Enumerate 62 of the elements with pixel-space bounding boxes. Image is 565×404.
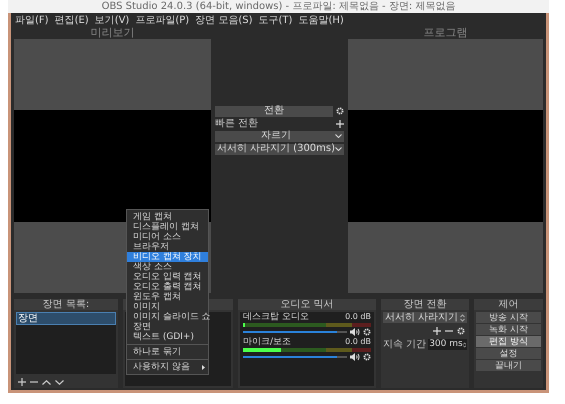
menu-item[interactable]: 오디오 출력 캡쳐 (127, 282, 208, 292)
dock-title: 제어 (498, 300, 518, 310)
channel-reading: 0.0 dB (345, 312, 371, 322)
control-button[interactable]: 끝내기 (476, 360, 541, 371)
add-icon[interactable] (433, 327, 441, 335)
menu-item[interactable]: 편집(E) (54, 14, 89, 26)
duration-label: 지속 기간 (383, 340, 426, 350)
control-button[interactable]: 설정 (476, 348, 541, 359)
menu-item[interactable]: 브라우저 (127, 242, 208, 252)
window-title: OBS Studio 24.0.3 (64-bit, windows) - 프로파일: 제목없음 - 장면: 제목없음 (102, 1, 456, 12)
caret-icon (335, 147, 342, 151)
spinner-icon (462, 340, 466, 348)
transition-dropdown[interactable]: 자르기 (214, 130, 344, 142)
quick-transitions-label: 빠른 전환 (214, 118, 258, 128)
spinner-icon (460, 314, 465, 322)
transition-dropdown[interactable]: 서서히 사라지기 (383, 312, 467, 323)
submenu-arrow-icon (202, 364, 205, 370)
channel-name: 마이크/보조 (243, 337, 292, 347)
menu-item[interactable]: 이미지 (127, 302, 208, 312)
duration-field[interactable]: 300 ms (428, 339, 467, 350)
control-button[interactable]: 편집 방식 (476, 336, 541, 347)
speaker-icon[interactable] (350, 353, 360, 361)
settings-icon[interactable] (363, 353, 371, 361)
channel-reading: 0.0 dB (345, 337, 371, 347)
menu-item[interactable]: 장면 모음(S) (195, 14, 253, 26)
transition-dropdown[interactable]: 서서히 사라지기 (300ms) (214, 144, 344, 154)
menu-item[interactable]: 사용하지 않음 (127, 362, 208, 372)
dock-title: 오디오 믹서 (280, 300, 334, 310)
menu-item[interactable]: 오디오 입력 캡쳐 (127, 272, 208, 282)
settings-icon[interactable] (457, 327, 465, 335)
speaker-icon[interactable] (350, 328, 360, 336)
dock-title: 장면 목록: (42, 300, 90, 310)
control-button[interactable]: 방송 시작 (476, 312, 541, 323)
menu-item[interactable]: 도구(T) (258, 14, 292, 26)
move-up-icon[interactable] (42, 380, 51, 384)
settings-icon[interactable] (336, 107, 344, 115)
menu-item[interactable]: 디스플레이 캡쳐 (127, 222, 208, 232)
menu-item[interactable]: 윈도우 캡쳐 (127, 292, 208, 302)
preview-label: 미리보기 (90, 27, 134, 39)
menu-item[interactable]: 장면 (127, 322, 208, 332)
settings-icon[interactable] (363, 328, 371, 336)
dock-title: 장면 전환 (403, 300, 447, 310)
program-label: 프로그램 (424, 27, 468, 39)
menu-item[interactable]: 색상 소스 (127, 262, 208, 272)
transition-button[interactable]: 전환 (214, 106, 334, 116)
add-icon[interactable] (18, 378, 26, 386)
menu-item[interactable]: 보기(V) (94, 14, 130, 26)
menu-item[interactable]: 프로파일(P) (135, 14, 190, 26)
add-icon[interactable] (336, 120, 344, 128)
menu-item[interactable]: 이미지 슬라이드 쇼 (127, 312, 208, 322)
menu-item[interactable]: 하나로 묶기 (127, 347, 208, 357)
menu-item[interactable]: 게임 캡쳐 (127, 212, 208, 222)
caret-icon (335, 134, 342, 138)
control-button[interactable]: 녹화 시작 (476, 324, 541, 335)
menu-item[interactable]: 도움말(H) (298, 14, 344, 26)
menu-item[interactable]: 비디오 캡쳐 장치 (127, 252, 208, 262)
channel-name: 데스크탑 오디오 (243, 312, 309, 322)
scene-item[interactable]: 장면 (16, 312, 116, 325)
move-down-icon[interactable] (55, 380, 64, 384)
menu-item[interactable]: 텍스트 (GDI+) (127, 332, 208, 342)
menu-item[interactable]: 미디어 소스 (127, 232, 208, 242)
menu-item[interactable]: 파일(F) (15, 14, 49, 26)
